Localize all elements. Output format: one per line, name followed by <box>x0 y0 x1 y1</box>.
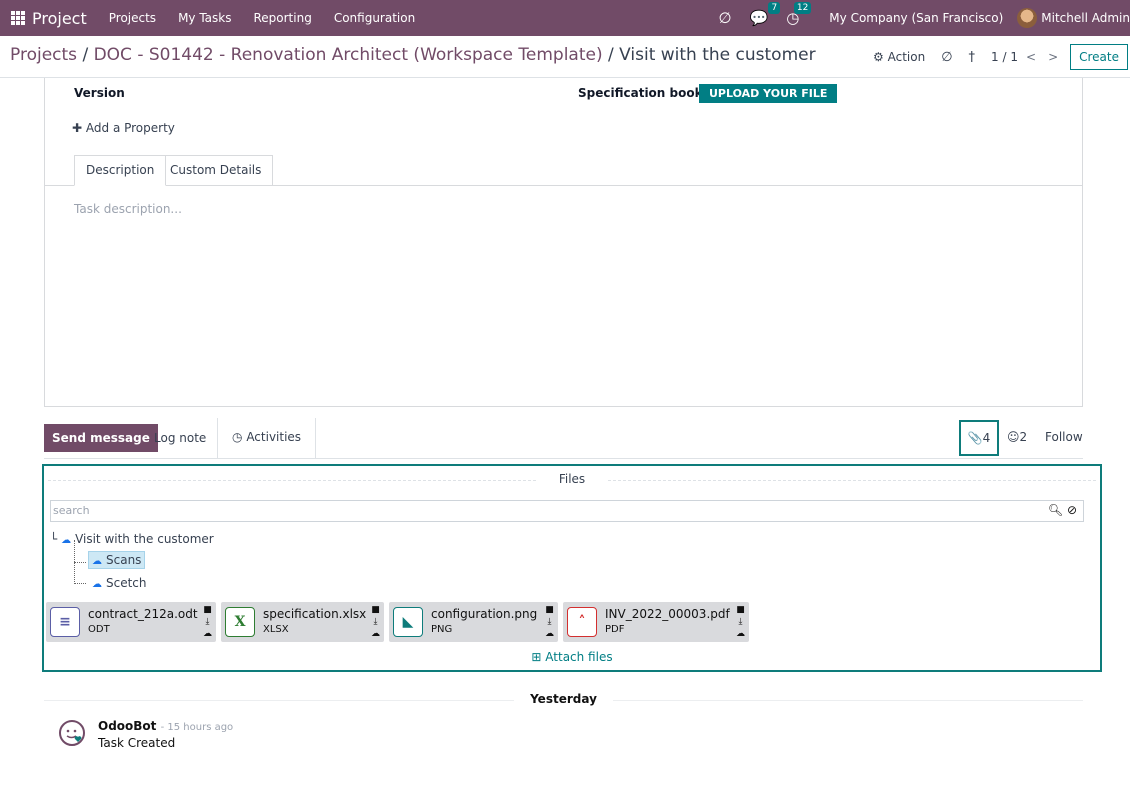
cloud-upload-icon[interactable]: ☁ <box>736 629 745 639</box>
log-note-button[interactable]: Log note <box>154 431 206 445</box>
attachments-button[interactable]: 📎 4 <box>959 420 999 456</box>
app-name[interactable]: Project <box>32 9 87 28</box>
cloud-upload-icon[interactable]: ☁ <box>545 629 554 639</box>
tab-description[interactable]: Description <box>74 155 167 186</box>
company-switcher[interactable]: My Company (San Francisco) <box>829 11 1003 25</box>
pdf-icon: ˄ <box>567 607 597 637</box>
collapse-icon[interactable]: └ <box>50 532 57 546</box>
message-author: OdooBot - 15 hours ago <box>98 719 234 733</box>
odoobot-avatar-icon <box>59 720 85 746</box>
clear-search-icon[interactable]: ⊘ <box>1067 503 1077 517</box>
download-icon[interactable]: ⤓ <box>739 617 743 627</box>
files-panel: Files search 🔍︎ ⊘ └ ☁ Visit with the cust… <box>42 464 1102 672</box>
menu-projects[interactable]: Projects <box>109 11 156 25</box>
delete-icon[interactable]: ■ <box>371 605 380 615</box>
plus-icon: ✚ <box>72 121 83 135</box>
chatter-toolbar: Send message Log note ◷ Activities 📎 4 ☺2… <box>44 418 1083 459</box>
tab-custom-details[interactable]: Custom Details <box>159 155 274 186</box>
pager-next-icon[interactable]: > <box>1048 50 1058 64</box>
cloud-icon: ☁ <box>61 535 72 546</box>
control-panel: Projects / DOC - S01442 - Renovation Arc… <box>0 36 1130 78</box>
message-body: Task Created <box>98 736 176 750</box>
create-button[interactable]: Create <box>1070 44 1128 70</box>
followers-button[interactable]: ☺2 <box>1007 430 1027 444</box>
breadcrumb-current: Visit with the customer <box>619 45 816 65</box>
user-menu[interactable]: Mitchell Admin <box>1041 11 1130 25</box>
top-navbar: Project Projects My Tasks Reporting Conf… <box>0 0 1130 36</box>
add-property-button[interactable]: ✚ Add a Property <box>72 121 175 135</box>
activities-button[interactable]: ◷ Activities <box>217 418 317 459</box>
download-icon[interactable]: ⤓ <box>206 617 210 627</box>
image-icon: ◣ <box>393 607 423 637</box>
version-label: Version <box>74 86 125 100</box>
cloud-icon: ☁ <box>92 579 102 590</box>
attachment-card[interactable]: X specification.xlsx XLSX ■ ⤓ ☁ <box>221 602 384 642</box>
pager-value[interactable]: 1 / 1 <box>991 50 1018 64</box>
voip-icon[interactable]: ∅ <box>941 50 952 65</box>
cloud-icon: ☁ <box>92 556 102 567</box>
apps-menu-icon[interactable] <box>0 0 36 36</box>
search-icon[interactable]: 🔍︎ <box>1048 503 1063 517</box>
breadcrumb-projects[interactable]: Projects <box>10 45 77 65</box>
tree-node-scans[interactable]: ☁ Scans <box>88 551 146 569</box>
plus-square-icon: ⊞ <box>531 650 542 664</box>
user-avatar[interactable] <box>1017 8 1038 28</box>
messages-badge: 7 <box>768 2 781 14</box>
attachment-card[interactable]: ◣ configuration.png PNG ■ ⤓ ☁ <box>389 602 558 642</box>
cloud-upload-icon[interactable]: ☁ <box>371 629 380 639</box>
odoo-voip-icon[interactable]: ∅ <box>718 9 731 27</box>
attachment-card[interactable]: ˄ INV_2022_00003.pdf PDF ■ ⤓ ☁ <box>563 602 749 642</box>
upload-file-button[interactable]: UPLOAD YOUR FILE <box>699 84 838 103</box>
menu-reporting[interactable]: Reporting <box>253 11 311 25</box>
menu-my-tasks[interactable]: My Tasks <box>178 11 231 25</box>
gear-icon: ⚙ <box>873 50 884 64</box>
activities-icon[interactable]: ◷ 12 <box>786 2 812 27</box>
tree-node-root[interactable]: └ ☁ Visit with the customer <box>50 532 214 546</box>
delete-icon[interactable]: ■ <box>203 605 212 615</box>
spec-books-label: Specification books <box>578 86 710 100</box>
delete-icon[interactable]: ■ <box>545 605 554 615</box>
breadcrumb-project[interactable]: DOC - S01442 - Renovation Architect (Wor… <box>94 45 603 65</box>
delete-icon[interactable]: ■ <box>736 605 745 615</box>
menu-configuration[interactable]: Configuration <box>334 11 415 25</box>
form-tabs: Description Custom Details <box>45 155 1082 186</box>
cloud-upload-icon[interactable]: ☁ <box>203 629 212 639</box>
tree-node-scetch[interactable]: ☁ Scetch <box>92 576 147 590</box>
clock-icon: ◷ <box>232 430 243 444</box>
files-search-input[interactable]: search 🔍︎ ⊘ <box>50 500 1084 522</box>
download-icon[interactable]: ⤓ <box>548 617 552 627</box>
send-message-button[interactable]: Send message <box>44 424 158 452</box>
paperclip-icon: 📎 <box>967 431 983 445</box>
follow-button[interactable]: Follow <box>1045 430 1083 444</box>
spreadsheet-icon: X <box>225 607 255 637</box>
message-time: - 15 hours ago <box>160 722 234 733</box>
messages-icon[interactable]: 💬 7 <box>750 2 781 27</box>
document-icon: ≡ <box>50 607 80 637</box>
pin-icon[interactable]: † <box>969 50 976 65</box>
files-title: Files <box>44 472 1100 486</box>
download-icon[interactable]: ⤓ <box>374 617 378 627</box>
activities-badge: 12 <box>793 2 812 14</box>
day-separator: Yesterday <box>44 692 1083 706</box>
form-sheet: Version Specification books UPLOAD YOUR … <box>44 78 1083 407</box>
attachment-card[interactable]: ≡ contract_212a.odt ODT ■ ⤓ ☁ <box>46 602 216 642</box>
user-icon: ☺ <box>1007 430 1020 444</box>
breadcrumb: Projects / DOC - S01442 - Renovation Arc… <box>10 45 816 65</box>
attach-files-button[interactable]: ⊞ Attach files <box>44 650 1100 664</box>
description-field[interactable]: Task description... <box>74 202 182 216</box>
pager-prev-icon[interactable]: < <box>1026 50 1036 64</box>
action-menu[interactable]: ⚙ Action <box>873 50 925 64</box>
